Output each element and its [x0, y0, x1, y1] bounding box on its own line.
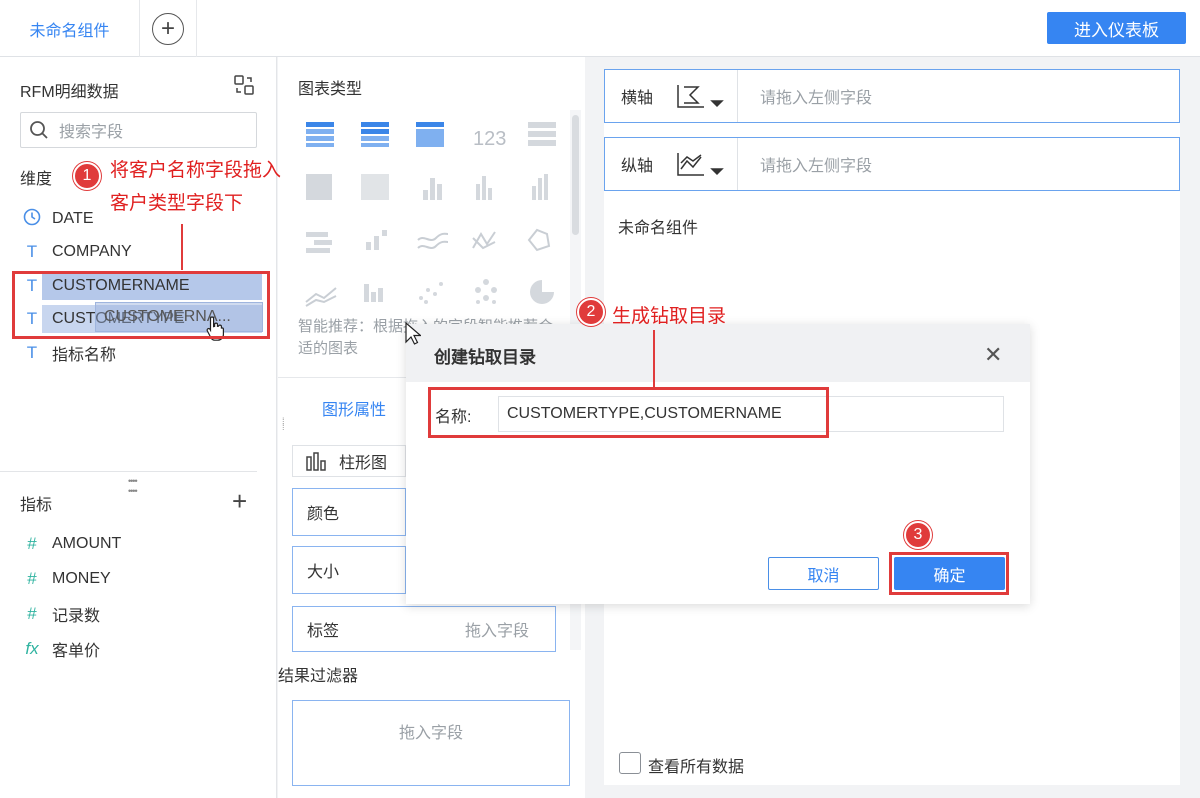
annotation-box-fields — [12, 271, 270, 339]
label-drop-placeholder: 拖入字段 — [464, 623, 529, 640]
step-2-badge: 2 — [577, 298, 605, 326]
close-icon[interactable]: ✕ — [984, 342, 1002, 368]
function-icon: fx — [25, 639, 39, 658]
plus-icon: + — [152, 12, 184, 45]
chart-type-title: 图表类型 — [298, 81, 363, 98]
number-field-icon: # — [27, 534, 37, 553]
field-search-input[interactable]: 搜索字段 — [20, 112, 257, 148]
view-all-data-checkbox[interactable] — [619, 752, 641, 774]
y-axis-sort-icon[interactable] — [665, 138, 738, 190]
mouse-pointer-icon — [405, 321, 423, 351]
x-axis-placeholder: 请拖入左侧字段 — [760, 90, 873, 107]
add-metric-icon[interactable]: + — [232, 486, 247, 517]
field-indicator-name[interactable]: T 指标名称 — [22, 339, 116, 367]
y-axis-dropzone[interactable]: 纵轴 请拖入左侧字段 — [604, 137, 1180, 191]
bar-chart-icon — [306, 452, 326, 471]
panel-divider — [0, 471, 257, 472]
metric-label: 指标 — [20, 497, 53, 514]
property-label[interactable]: 标签 拖入字段 — [292, 606, 556, 652]
field-date[interactable]: DATE — [22, 205, 93, 233]
field-name: 记录数 — [52, 608, 101, 625]
field-company[interactable]: T COMPANY — [22, 238, 132, 266]
y-axis-label: 纵轴 — [621, 158, 654, 175]
tab-unnamed-component[interactable]: 未命名组件 — [0, 0, 140, 57]
field-name: 指标名称 — [52, 347, 117, 364]
dataset-title: RFM明细数据 — [20, 84, 119, 101]
tab-graphic-properties[interactable]: 图形属性 — [322, 396, 386, 420]
result-filter-title: 结果过滤器 — [278, 668, 359, 685]
field-unit-price[interactable]: fx 客单价 — [22, 635, 100, 663]
field-amount[interactable]: # AMOUNT — [22, 530, 121, 558]
view-all-data-label: 查看所有数据 — [648, 759, 745, 776]
add-tab-button[interactable]: + — [140, 0, 197, 57]
step-1-text-line1: 将客户名称字段拖入 — [110, 160, 282, 181]
annotation-box-name — [428, 387, 829, 438]
step-1-text-line2: 客户类型字段下 — [110, 193, 244, 214]
scrollbar-thumb[interactable] — [572, 115, 579, 235]
property-size[interactable]: 大小 — [292, 546, 406, 594]
field-name: 客单价 — [52, 643, 101, 660]
x-axis-sort-icon[interactable] — [665, 70, 738, 122]
chart-type-select[interactable]: 柱形图 — [292, 445, 406, 477]
y-axis-placeholder: 请拖入左侧字段 — [760, 158, 873, 175]
component-title[interactable]: 未命名组件 — [618, 214, 698, 238]
field-money[interactable]: # MONEY — [22, 565, 111, 593]
chart-type-grid[interactable]: 123 — [298, 112, 568, 312]
cancel-button[interactable]: 取消 — [768, 557, 879, 590]
result-filter-dropzone[interactable]: 拖入字段 — [292, 700, 570, 786]
dialog-title: 创建钻取目录 — [434, 348, 536, 367]
search-placeholder: 搜索字段 — [59, 124, 124, 141]
property-color[interactable]: 颜色 — [292, 488, 406, 536]
field-name: COMPANY — [52, 243, 132, 260]
annotation-box-confirm — [889, 552, 1009, 595]
resize-grip-icon[interactable]: •••• •••• — [128, 476, 138, 496]
step-2-text: 生成钻取目录 — [612, 306, 727, 327]
step-1-pointer-line — [181, 224, 183, 270]
text-field-icon: T — [26, 242, 38, 261]
clock-icon — [22, 208, 42, 231]
x-axis-label: 横轴 — [621, 90, 654, 107]
field-record-count[interactable]: # 记录数 — [22, 600, 100, 628]
field-name: DATE — [52, 210, 94, 227]
chart-type-label: 柱形图 — [339, 455, 388, 472]
step-1-badge: 1 — [73, 162, 101, 190]
dimension-label: 维度 — [20, 171, 53, 188]
field-name: MONEY — [52, 570, 111, 587]
svg-text:123: 123 — [473, 128, 506, 150]
label-property-name: 标签 — [307, 623, 340, 640]
search-icon — [30, 121, 48, 139]
field-name: AMOUNT — [52, 535, 122, 552]
switch-dataset-icon[interactable] — [233, 74, 255, 96]
x-axis-dropzone[interactable]: 横轴 请拖入左侧字段 — [604, 69, 1180, 123]
text-formula-icon: T — [26, 343, 38, 362]
step-3-badge: 3 — [904, 521, 932, 549]
number-formula-icon: # — [27, 604, 37, 623]
enter-dashboard-button[interactable]: 进入仪表板 — [1047, 12, 1186, 44]
resize-grip-icon[interactable]: ⁞ ⁞ — [282, 417, 288, 436]
step-2-pointer-line — [653, 330, 655, 387]
number-field-icon: # — [27, 569, 37, 588]
